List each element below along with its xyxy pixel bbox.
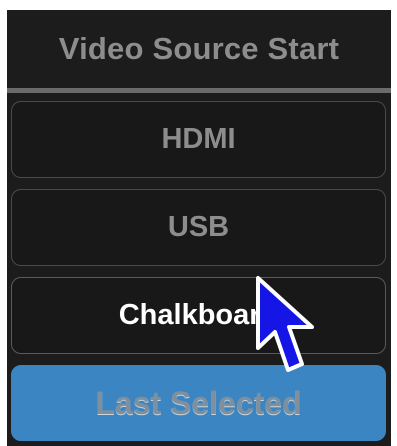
source-option-hdmi[interactable]: HDMI: [11, 101, 386, 178]
source-option-usb[interactable]: USB: [11, 189, 386, 266]
source-option-last-selected[interactable]: Last Selected: [11, 365, 386, 441]
video-source-panel: Video Source Start HDMI USB Chalkboard L…: [7, 10, 391, 446]
panel-title: Video Source Start: [58, 31, 340, 66]
source-option-chalkboard[interactable]: Chalkboard: [11, 277, 386, 354]
title-divider: [7, 88, 391, 93]
